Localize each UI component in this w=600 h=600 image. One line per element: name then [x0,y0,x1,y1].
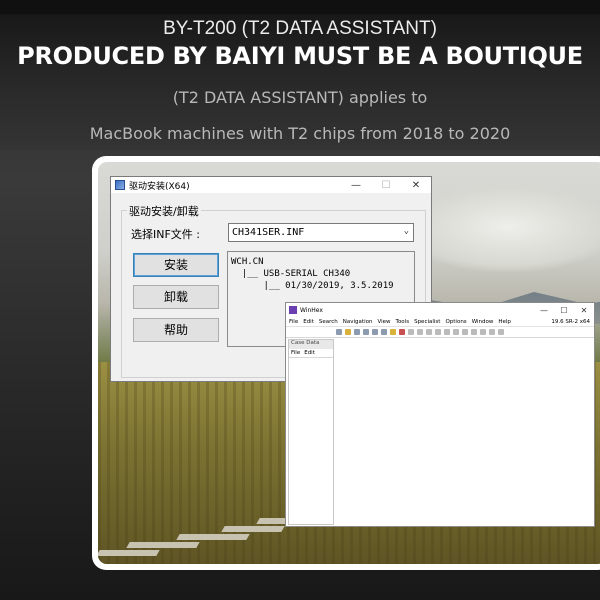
replace-icon[interactable] [444,329,450,335]
calc-icon[interactable] [480,329,486,335]
help-button[interactable]: 帮助 [133,318,219,342]
maximize-button[interactable]: ☐ [371,180,401,191]
wallpaper-step [221,526,285,532]
goto-icon[interactable] [453,329,459,335]
menu-file[interactable]: File [289,319,298,325]
headline: PRODUCED BY BAIYI MUST BE A BOUTIQUE [17,42,583,70]
winhex-toolbar [286,327,594,338]
ram-icon[interactable] [399,329,405,335]
menu-search[interactable]: Search [319,319,338,325]
winhex-close-button[interactable]: ✕ [574,306,594,315]
wallpaper-step [126,542,200,548]
case-menu-edit[interactable]: Edit [304,350,315,356]
driver-app-icon [115,180,125,190]
menu-window[interactable]: Window [472,319,494,325]
copy-icon[interactable] [417,329,423,335]
wallpaper-step [98,550,160,556]
chevron-down-icon: ⌄ [403,226,409,236]
install-button[interactable]: 安装 [133,253,219,277]
group-label: 驱动安装/卸载 [127,203,201,219]
info-icon[interactable] [498,329,504,335]
find-icon[interactable] [435,329,441,335]
winhex-menubar: File Edit Search Navigation View Tools S… [286,317,594,327]
winhex-version: 19.6 SR-2 x64 [551,318,590,325]
open-folder-icon[interactable] [345,329,351,335]
settings-icon[interactable] [489,329,495,335]
print-icon[interactable] [363,329,369,335]
winhex-window: WinHex — ☐ ✕ File Edit Search Navigation… [285,302,595,527]
product-model-title: BY-T200 (T2 DATA ASSISTANT) [163,18,437,39]
case-data-menu: File Edit [289,349,333,358]
dialog-titlebar[interactable]: 驱动安装(X64) — ☐ ✕ [111,177,431,193]
minimize-button[interactable]: — [341,180,371,191]
wallpaper-step [176,534,250,540]
inf-file-value: CH341SER.INF [232,227,305,238]
winhex-title: WinHex [300,306,323,314]
menu-tools[interactable]: Tools [396,319,410,325]
dialog-title: 驱动安装(X64) [129,181,190,192]
winhex-app-icon [289,306,297,314]
menu-help[interactable]: Help [498,319,511,325]
winhex-maximize-button[interactable]: ☐ [554,306,574,315]
winhex-titlebar[interactable]: WinHex — ☐ ✕ [286,303,594,317]
undo-icon[interactable] [381,329,387,335]
menu-specialist[interactable]: Specialist [414,319,440,325]
case-menu-file[interactable]: File [291,350,300,356]
cut-icon[interactable] [408,329,414,335]
inf-file-label: 选择INF文件 : [131,228,201,241]
subtitle-line-2: MacBook machines with T2 chips from 2018… [89,124,511,143]
menu-edit[interactable]: Edit [303,319,314,325]
menu-view[interactable]: View [377,319,390,325]
top-strip [0,0,600,14]
close-button[interactable]: ✕ [401,180,431,191]
save-icon[interactable] [354,329,360,335]
disk-icon[interactable] [390,329,396,335]
winhex-minimize-button[interactable]: — [534,306,554,315]
properties-icon[interactable] [372,329,378,335]
back-icon[interactable] [462,329,468,335]
case-data-panel: Case Data File Edit [288,339,334,525]
menu-navigation[interactable]: Navigation [343,319,373,325]
inf-file-select[interactable]: CH341SER.INF ⌄ [228,223,414,242]
menu-options[interactable]: Options [445,319,466,325]
subtitle-line-1: (T2 DATA ASSISTANT) applies to [172,88,428,107]
forward-icon[interactable] [471,329,477,335]
new-file-icon[interactable] [336,329,342,335]
case-data-header: Case Data [289,340,333,349]
uninstall-button[interactable]: 卸载 [133,285,219,309]
paste-icon[interactable] [426,329,432,335]
winhex-workspace[interactable] [336,339,594,525]
